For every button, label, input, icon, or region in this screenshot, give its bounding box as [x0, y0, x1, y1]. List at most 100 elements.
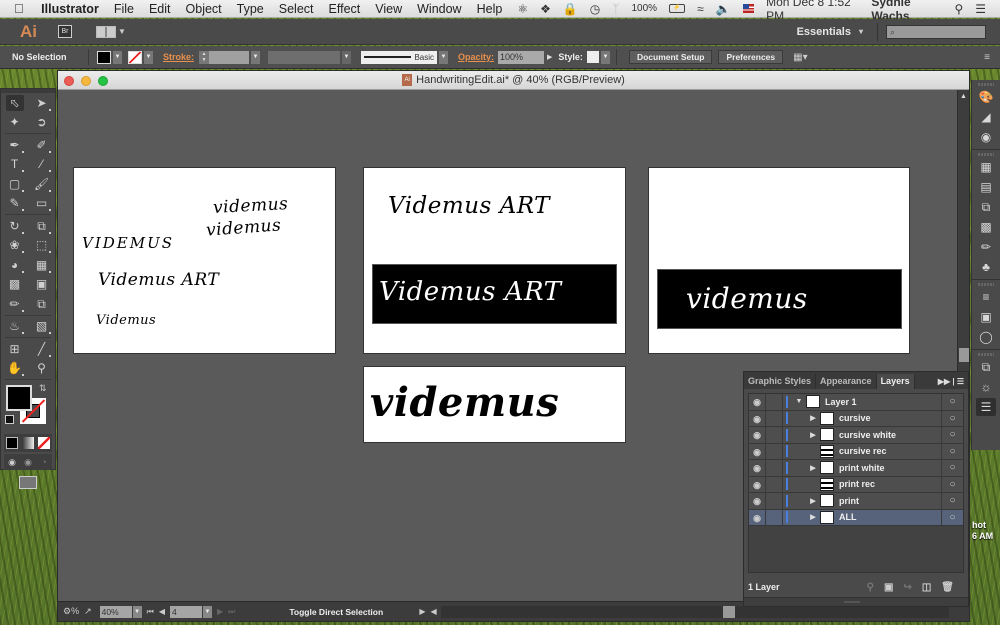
- screen-mode-icon[interactable]: [19, 476, 37, 489]
- layer-name[interactable]: Layer 1: [825, 397, 941, 407]
- menu-app-name[interactable]: Illustrator: [41, 2, 99, 16]
- gradient-panel-icon[interactable]: ▣: [976, 308, 996, 326]
- opacity-slider-toggle[interactable]: ▶: [547, 53, 552, 61]
- artboard-number-input[interactable]: 4: [169, 605, 202, 618]
- print-rec-shape[interactable]: Videmus ART: [372, 264, 617, 324]
- layer-name[interactable]: cursive: [839, 413, 941, 423]
- transform-panel-icon[interactable]: ▦: [976, 158, 996, 176]
- lock-toggle[interactable]: [766, 493, 783, 509]
- panel-grip[interactable]: [978, 353, 994, 356]
- vertical-scroll-thumb[interactable]: [959, 348, 969, 362]
- create-sublayer-icon[interactable]: ↪: [903, 582, 911, 593]
- lock-toggle[interactable]: [766, 460, 783, 476]
- layers-panel-icon[interactable]: ☰: [976, 398, 996, 416]
- color-mode-icon[interactable]: [6, 437, 18, 449]
- brush-definition[interactable]: Basic: [361, 50, 438, 64]
- arrange-documents-icon[interactable]: [96, 25, 116, 38]
- perspective-grid-tool-icon[interactable]: ▦: [33, 257, 51, 273]
- fill-color-box[interactable]: [6, 385, 32, 411]
- scroll-up-icon[interactable]: ▲: [958, 93, 969, 100]
- lock-toggle[interactable]: [766, 427, 783, 443]
- swap-fill-stroke-icon[interactable]: ⇅: [39, 383, 47, 394]
- lock-toggle[interactable]: [766, 509, 783, 525]
- last-artboard-button[interactable]: ⏭: [228, 607, 235, 617]
- layer-name[interactable]: cursive rec: [839, 446, 941, 456]
- layer-name[interactable]: print white: [839, 463, 941, 473]
- stroke-dropdown[interactable]: ▼: [144, 50, 153, 64]
- lock-toggle[interactable]: [766, 410, 783, 426]
- collapse-panel-icon[interactable]: ▶▶ | ☰: [938, 374, 968, 389]
- appearance-panel-icon[interactable]: ☼: [976, 378, 996, 396]
- layer-row-selected[interactable]: ◉ ▶ ALL ○: [749, 509, 963, 526]
- panel-grip[interactable]: [978, 153, 994, 156]
- layer-name[interactable]: ALL: [839, 512, 941, 522]
- target-circle-icon[interactable]: ○: [941, 476, 963, 492]
- blend-tool-icon[interactable]: ⧉: [33, 296, 51, 312]
- zoom-level-input[interactable]: 40%: [99, 605, 132, 618]
- gradient-mode-icon[interactable]: [22, 437, 34, 449]
- target-circle-icon[interactable]: ○: [941, 394, 963, 410]
- rectangle-tool-icon[interactable]: ▢: [6, 176, 24, 192]
- stroke-weight-dropdown[interactable]: ▼: [251, 50, 261, 64]
- target-circle-icon[interactable]: ○: [941, 509, 963, 525]
- target-circle-icon[interactable]: ○: [941, 493, 963, 509]
- gpu-performance-icon[interactable]: ⚙%: [63, 606, 79, 617]
- layer-row[interactable]: ◉ ▶ print ○: [749, 493, 963, 510]
- lasso-tool-icon[interactable]: ➲: [33, 114, 51, 130]
- expand-triangle-icon[interactable]: ▶: [806, 414, 820, 422]
- make-clipping-mask-icon[interactable]: ▣: [884, 582, 893, 593]
- expand-triangle-icon[interactable]: ▶: [806, 497, 820, 505]
- menu-effect[interactable]: Effect: [329, 2, 361, 16]
- draw-behind-icon[interactable]: ◉: [20, 455, 36, 469]
- paintbrush-tool-icon[interactable]: 🖌: [33, 176, 51, 192]
- volume-icon[interactable]: 🔈: [716, 2, 731, 16]
- expand-triangle-icon[interactable]: ▶: [806, 464, 820, 472]
- brushes-panel-icon[interactable]: ✏: [976, 238, 996, 256]
- horizontal-scroll-thumb[interactable]: [722, 605, 735, 618]
- visibility-eye-icon[interactable]: ◉: [749, 460, 766, 476]
- swatches-grid-icon[interactable]: ▩: [976, 218, 996, 236]
- previous-artboard-button[interactable]: ◀: [159, 607, 165, 616]
- fill-dropdown[interactable]: ▼: [113, 50, 122, 64]
- lock-toggle[interactable]: [766, 443, 783, 459]
- tab-graphic-styles[interactable]: Graphic Styles: [744, 374, 817, 389]
- layer-row[interactable]: ◉ ▶ print white ○: [749, 460, 963, 477]
- visibility-eye-icon[interactable]: ◉: [749, 493, 766, 509]
- artboard-2[interactable]: Videmus ART Videmus ART: [363, 167, 626, 354]
- panel-grip[interactable]: [978, 283, 994, 286]
- apple-icon[interactable]: : [14, 1, 29, 16]
- color-panel-icon[interactable]: 🎨: [976, 88, 996, 106]
- scale-tool-icon[interactable]: ⧉: [33, 218, 51, 234]
- cursive-rec-shape[interactable]: videmus: [657, 269, 902, 329]
- artboard-1[interactable]: videmus videmus VIDEMUS Videmus ART Vide…: [73, 167, 336, 354]
- bridge-button[interactable]: Br: [58, 25, 72, 38]
- battery-icon[interactable]: ⚡: [669, 4, 686, 13]
- puppet-warp-tool-icon[interactable]: ❀: [6, 237, 24, 254]
- create-new-layer-icon[interactable]: ◫: [922, 582, 931, 593]
- menu-edit[interactable]: Edit: [149, 2, 171, 16]
- document-setup-button[interactable]: Document Setup: [628, 50, 713, 64]
- layer-row[interactable]: ◉ ▼ Layer 1 ○: [749, 394, 963, 411]
- symbol-sprayer-tool-icon[interactable]: ♨: [6, 318, 24, 335]
- panel-resize-handle[interactable]: [744, 597, 968, 606]
- layer-name[interactable]: print rec: [839, 479, 941, 489]
- graphic-style-swatch[interactable]: [586, 51, 599, 63]
- close-window-button[interactable]: [64, 76, 74, 86]
- type-tool-icon[interactable]: T: [6, 156, 24, 173]
- hand-tool-icon[interactable]: ✋: [6, 360, 24, 377]
- align-panel-icon[interactable]: ▤: [976, 178, 996, 196]
- opacity-input[interactable]: 100%: [498, 50, 545, 64]
- selection-tool-icon[interactable]: ⬁: [5, 94, 24, 111]
- chevron-down-icon[interactable]: ▼: [118, 27, 126, 36]
- rotate-tool-icon[interactable]: ↻: [6, 218, 24, 234]
- symbols-panel-icon[interactable]: ♣: [976, 258, 996, 276]
- panel-grip[interactable]: [978, 83, 994, 86]
- lock-toggle[interactable]: [766, 394, 783, 410]
- layer-row[interactable]: ◉ ▶ print rec ○: [749, 476, 963, 493]
- free-transform-tool-icon[interactable]: ⬚: [33, 237, 51, 254]
- input-source-flag-icon[interactable]: [742, 4, 755, 13]
- layer-name[interactable]: print: [839, 496, 941, 506]
- transparency-panel-icon[interactable]: ◯: [976, 328, 996, 346]
- color-guide-icon[interactable]: ◢: [976, 108, 996, 126]
- menu-select[interactable]: Select: [279, 2, 314, 16]
